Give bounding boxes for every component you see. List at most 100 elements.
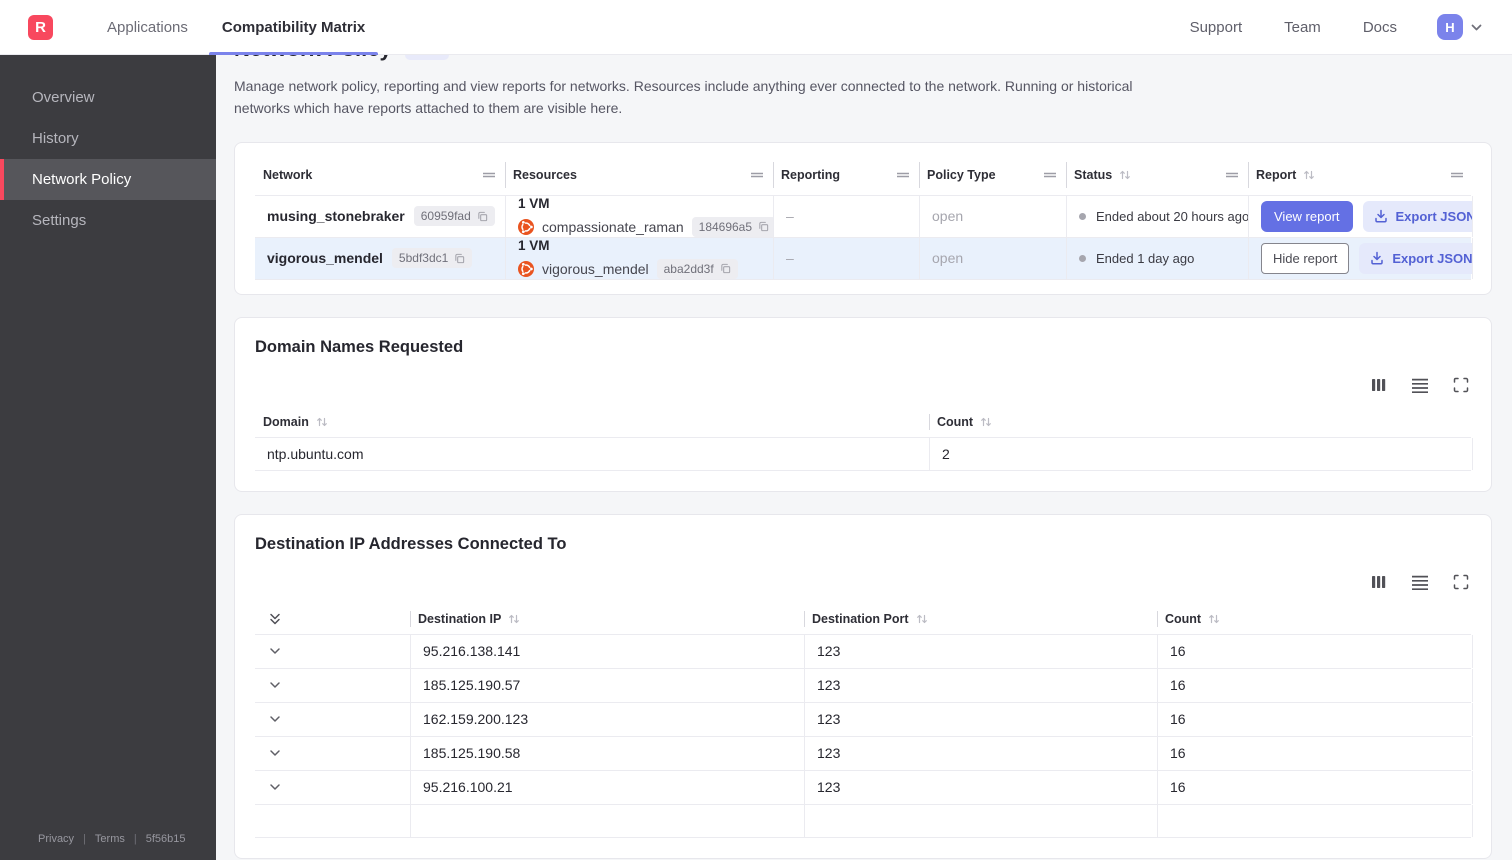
column-header-destination-port[interactable]: Destination Port [804, 604, 1157, 634]
fullscreen-icon[interactable] [1453, 574, 1469, 590]
column-resize-handle-icon[interactable] [482, 171, 496, 179]
column-resize-handle-icon[interactable] [1043, 171, 1057, 179]
column-header-domain[interactable]: Domain [255, 407, 929, 437]
report-cell: Hide report Export JSON [1248, 237, 1473, 279]
count-cell: 16 [1157, 668, 1473, 702]
row-expander[interactable] [255, 771, 410, 804]
sidebar-item-settings[interactable]: Settings [0, 200, 216, 241]
list-icon[interactable] [1411, 574, 1429, 590]
column-header-report[interactable]: Report [1248, 155, 1473, 195]
destination-ip-cell: 95.216.138.141 [410, 634, 804, 668]
sort-icon[interactable] [316, 416, 328, 428]
columns-icon[interactable] [1370, 574, 1387, 590]
column-resize-handle-icon[interactable] [1450, 171, 1464, 179]
sort-icon[interactable] [1303, 169, 1315, 181]
networks-table-header: Network Resources Reporting Policy Type … [255, 155, 1471, 195]
chevron-down-icon [268, 678, 282, 692]
sidebar-item-overview[interactable]: Overview [0, 77, 216, 118]
row-expander[interactable] [255, 737, 410, 770]
destination-ip-cell: 185.125.190.57 [410, 668, 804, 702]
user-avatar[interactable]: H [1437, 14, 1463, 40]
list-icon[interactable] [1411, 377, 1429, 393]
destination-port-cell: 123 [804, 668, 1157, 702]
copy-icon[interactable] [454, 253, 465, 264]
export-json-button[interactable]: Export JSON [1362, 200, 1472, 232]
export-json-button[interactable]: Export JSON [1359, 242, 1472, 274]
column-header-resources: Resources [505, 155, 773, 195]
ubuntu-icon [518, 218, 534, 235]
sort-icon[interactable] [980, 416, 992, 428]
destination-ip-cell: 185.125.190.58 [410, 736, 804, 770]
copy-icon[interactable] [477, 211, 488, 222]
network-row-musing-stonebraker[interactable]: musing_stonebraker 60959fad 1 VM compass… [255, 194, 1473, 237]
destination-row: 185.125.190.58 123 16 [255, 735, 1473, 770]
column-resize-handle-icon[interactable] [750, 171, 764, 179]
app-logo[interactable]: R [28, 14, 53, 40]
tab-applications[interactable]: Applications [90, 0, 205, 55]
destination-row: 95.216.138.141 123 16 [255, 633, 1473, 668]
reporting-cell: – [773, 195, 919, 237]
column-header-policy-type: Policy Type [919, 155, 1066, 195]
terms-link[interactable]: Terms [95, 833, 125, 845]
table-toolbar [255, 377, 1469, 393]
nav-link-docs[interactable]: Docs [1363, 19, 1397, 36]
column-header-reporting: Reporting [773, 155, 919, 195]
sort-icon[interactable] [508, 613, 520, 625]
destination-port-cell: 123 [804, 702, 1157, 736]
destination-ip-card: Destination IP Addresses Connected To De… [234, 513, 1492, 859]
destination-row-partial [255, 803, 1473, 838]
count-cell: 2 [929, 437, 1473, 470]
sort-icon[interactable] [916, 613, 928, 625]
sort-icon[interactable] [1208, 613, 1220, 625]
destination-row: 95.216.100.21 123 16 [255, 769, 1473, 804]
tab-compatibility-matrix[interactable]: Compatibility Matrix [205, 0, 382, 55]
destination-ip-cell: 95.216.100.21 [410, 770, 804, 804]
nav-link-team[interactable]: Team [1284, 19, 1321, 36]
copy-icon[interactable] [720, 263, 731, 274]
chevron-down-icon [268, 746, 282, 760]
page-description-line2: networks which have reports attached to … [234, 100, 623, 117]
table-toolbar [255, 574, 1469, 590]
sort-icon[interactable] [1119, 169, 1131, 181]
destinations-table-header: Destination IP Destination Port Count [255, 604, 1471, 634]
sidebar-item-history[interactable]: History [0, 118, 216, 159]
columns-icon[interactable] [1370, 377, 1387, 393]
chevron-down-icon[interactable] [1469, 20, 1484, 35]
status-cell: Ended 1 day ago [1066, 237, 1248, 279]
view-report-button[interactable]: View report [1261, 200, 1353, 232]
double-chevron-down-icon[interactable] [268, 612, 282, 626]
nav-link-support[interactable]: Support [1190, 19, 1243, 36]
resource-hash-badge: aba2dd3f [656, 258, 738, 279]
page-description: Manage network policy, reporting and vie… [234, 75, 1492, 120]
column-resize-handle-icon[interactable] [1225, 171, 1239, 179]
destination-row: 185.125.190.57 123 16 [255, 667, 1473, 702]
hide-report-button[interactable]: Hide report [1261, 242, 1350, 274]
destination-port-cell: 123 [804, 736, 1157, 770]
copy-icon[interactable] [758, 221, 769, 232]
download-icon [1370, 251, 1384, 265]
domain-cell: ntp.ubuntu.com [267, 445, 364, 462]
column-resize-handle-icon[interactable] [896, 171, 910, 179]
card-title: Domain Names Requested [255, 337, 464, 356]
sidebar-item-network-policy[interactable]: Network Policy [0, 159, 216, 200]
privacy-link[interactable]: Privacy [38, 833, 74, 845]
network-hash-badge: 60959fad [413, 206, 495, 227]
sidebar-footer: Privacy | Terms | 5f56b15 [0, 818, 216, 860]
column-header-count[interactable]: Count [1157, 604, 1473, 634]
column-header-count[interactable]: Count [929, 407, 1473, 437]
footer-divider: | [83, 833, 86, 845]
network-hash-badge: 5bdf3dc1 [391, 248, 473, 269]
row-expander[interactable] [255, 669, 410, 702]
column-header-destination-ip[interactable]: Destination IP [410, 604, 804, 634]
report-cell: View report Export JSON [1248, 195, 1473, 237]
fullscreen-icon[interactable] [1453, 377, 1469, 393]
network-name-cell: musing_stonebraker 60959fad [255, 196, 505, 237]
policy-type-cell: open [919, 237, 1066, 279]
row-expander[interactable] [255, 635, 410, 668]
network-row-vigorous-mendel[interactable]: vigorous_mendel 5bdf3dc1 1 VM vigorous_m… [255, 236, 1473, 280]
policy-type-cell: open [919, 195, 1066, 237]
column-header-status[interactable]: Status [1066, 155, 1248, 195]
destination-port-cell: 123 [804, 634, 1157, 668]
row-expander[interactable] [255, 703, 410, 736]
destination-row: 162.159.200.123 123 16 [255, 701, 1473, 736]
